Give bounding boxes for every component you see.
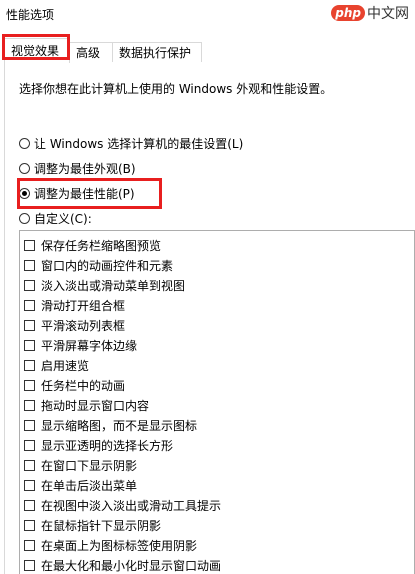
effect-label: 淡入淡出或滑动菜单到视图 bbox=[41, 278, 186, 293]
effect-label: 拖动时显示窗口内容 bbox=[41, 398, 150, 413]
effect-label: 显示亚透明的选择长方形 bbox=[41, 438, 174, 453]
checkbox[interactable] bbox=[24, 539, 35, 551]
effect-item-smooth-font-edges[interactable]: 平滑屏幕字体边缘 bbox=[24, 336, 137, 354]
checkbox[interactable] bbox=[24, 259, 35, 271]
tab-label: 数据执行保护 bbox=[119, 46, 192, 60]
effect-item-taskbar-thumbnail-preview[interactable]: 保存任务栏缩略图预览 bbox=[24, 236, 161, 254]
effect-label: 窗口内的动画控件和元素 bbox=[41, 258, 174, 273]
effect-label: 在最大化和最小化时显示窗口动画 bbox=[41, 558, 222, 573]
effect-label: 在鼠标指针下显示阴影 bbox=[41, 518, 162, 533]
effect-label: 滑动打开组合框 bbox=[41, 298, 126, 313]
effect-label: 平滑滚动列表框 bbox=[41, 318, 126, 333]
effect-label: 在桌面上为图标标签使用阴影 bbox=[41, 538, 198, 553]
effect-label: 在单击后淡出菜单 bbox=[41, 478, 138, 493]
effect-label: 显示缩略图，而不是显示图标 bbox=[41, 418, 198, 433]
effect-item-show-thumbnails[interactable]: 显示缩略图，而不是显示图标 bbox=[24, 416, 197, 434]
effect-item-enable-peek[interactable]: 启用速览 bbox=[24, 356, 89, 374]
checkbox[interactable] bbox=[24, 559, 35, 571]
watermark-logo: php bbox=[331, 5, 365, 21]
effect-item-taskbar-animations[interactable]: 任务栏中的动画 bbox=[24, 376, 125, 394]
effect-item-fade-slide-tooltips[interactable]: 在视图中淡入淡出或滑动工具提示 bbox=[24, 496, 221, 514]
watermark: php 中文网 bbox=[331, 4, 409, 22]
effect-item-shadows-under-windows[interactable]: 在窗口下显示阴影 bbox=[24, 456, 137, 474]
checkbox[interactable] bbox=[24, 459, 35, 471]
radio-custom[interactable]: 自定义(C): bbox=[19, 209, 92, 227]
effect-item-fade-menus-after-click[interactable]: 在单击后淡出菜单 bbox=[24, 476, 137, 494]
checkbox[interactable] bbox=[24, 479, 35, 491]
checkbox[interactable] bbox=[24, 339, 35, 351]
checkbox[interactable] bbox=[24, 399, 35, 411]
checkbox[interactable] bbox=[24, 519, 35, 531]
effect-label: 保存任务栏缩略图预览 bbox=[41, 238, 162, 253]
radio-button[interactable] bbox=[19, 212, 30, 224]
checkbox[interactable] bbox=[24, 239, 35, 251]
tab-data-execution-prevention[interactable]: 数据执行保护 bbox=[112, 42, 202, 62]
radio-label: 让 Windows 选择计算机的最佳设置(L) bbox=[34, 136, 244, 151]
tab-advanced[interactable]: 高级 bbox=[69, 42, 113, 62]
effect-item-drop-shadows-icon-labels[interactable]: 在桌面上为图标标签使用阴影 bbox=[24, 536, 197, 554]
radio-highlight-box bbox=[17, 178, 162, 209]
effect-item-translucent-selection-rectangle[interactable]: 显示亚透明的选择长方形 bbox=[24, 436, 173, 454]
window-title: 性能选项 bbox=[6, 8, 55, 22]
radio-label: 调整为最佳外观(B) bbox=[34, 161, 136, 176]
effect-label: 平滑屏幕字体边缘 bbox=[41, 338, 138, 353]
effect-item-smooth-scroll-list-boxes[interactable]: 平滑滚动列表框 bbox=[24, 316, 125, 334]
radio-button[interactable] bbox=[19, 162, 30, 174]
effect-item-fade-slide-menus[interactable]: 淡入淡出或滑动菜单到视图 bbox=[24, 276, 185, 294]
effect-label: 在视图中淡入淡出或滑动工具提示 bbox=[41, 498, 222, 513]
checkbox[interactable] bbox=[24, 419, 35, 431]
title-bar: 性能选项 php 中文网 bbox=[0, 0, 415, 30]
tab-highlight-box bbox=[2, 34, 70, 60]
checkbox[interactable] bbox=[24, 439, 35, 451]
effect-label: 在窗口下显示阴影 bbox=[41, 458, 138, 473]
visual-effects-list[interactable]: 保存任务栏缩略图预览 窗口内的动画控件和元素 淡入淡出或滑动菜单到视图 滑动打开… bbox=[19, 230, 415, 574]
checkbox[interactable] bbox=[24, 359, 35, 371]
checkbox[interactable] bbox=[24, 279, 35, 291]
radio-button[interactable] bbox=[19, 137, 30, 149]
effect-item-show-window-contents-dragging[interactable]: 拖动时显示窗口内容 bbox=[24, 396, 149, 414]
radio-label: 自定义(C): bbox=[34, 211, 92, 226]
tab-label: 高级 bbox=[76, 46, 101, 60]
radio-best-appearance[interactable]: 调整为最佳外观(B) bbox=[19, 159, 136, 177]
checkbox[interactable] bbox=[24, 299, 35, 311]
watermark-text: 中文网 bbox=[367, 6, 409, 22]
description-text: 选择你想在此计算机上使用的 Windows 外观和性能设置。 bbox=[19, 82, 333, 96]
checkbox[interactable] bbox=[24, 379, 35, 391]
radio-let-windows-choose[interactable]: 让 Windows 选择计算机的最佳设置(L) bbox=[19, 134, 243, 152]
checkbox[interactable] bbox=[24, 499, 35, 511]
effect-item-animate-controls[interactable]: 窗口内的动画控件和元素 bbox=[24, 256, 173, 274]
effect-label: 启用速览 bbox=[41, 358, 90, 373]
effect-item-animate-minimize-maximize[interactable]: 在最大化和最小化时显示窗口动画 bbox=[24, 556, 221, 574]
checkbox[interactable] bbox=[24, 319, 35, 331]
effect-item-slide-combo-boxes[interactable]: 滑动打开组合框 bbox=[24, 296, 125, 314]
effect-item-shadows-under-mouse-pointer[interactable]: 在鼠标指针下显示阴影 bbox=[24, 516, 161, 534]
effect-label: 任务栏中的动画 bbox=[41, 378, 126, 393]
